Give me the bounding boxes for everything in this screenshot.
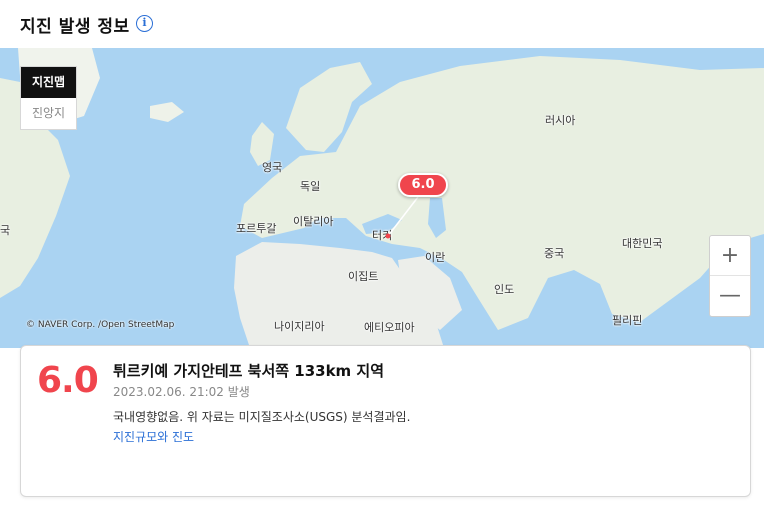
zoom-control: + — xyxy=(709,235,751,317)
quake-location: 튀르키예 가지안테프 북서쪽 133km 지역 xyxy=(113,362,385,380)
section-title: 지진 발생 정보 xyxy=(20,17,130,37)
magnitude-value: 6.0 xyxy=(37,360,99,401)
marker-pointer-line xyxy=(385,196,419,239)
quake-description: 국내영향없음. 위 자료는 미지질조사소(USGS) 분석결과임. xyxy=(113,410,411,424)
magnitude-intensity-link[interactable]: 지진규모와 진도 xyxy=(113,428,194,445)
earthquake-map[interactable]: 지진맵 진앙지 러시아 영국 독일 포르투갈 이탈리아 터키 이집트 이란 중국… xyxy=(0,48,764,348)
zoom-in-button[interactable]: + xyxy=(710,236,750,276)
section-header: 지진 발생 정보 i xyxy=(0,0,764,48)
map-attribution: © NAVER Corp. /Open StreetMap xyxy=(26,320,175,330)
info-icon[interactable]: i xyxy=(136,15,153,32)
epicenter-marker[interactable]: 6.0 xyxy=(398,173,448,197)
quake-time: 2023.02.06. 21:02 발생 xyxy=(113,385,250,399)
quake-info-card: 6.0 튀르키예 가지안테프 북서쪽 133km 지역 2023.02.06. … xyxy=(20,345,751,497)
zoom-out-button[interactable]: — xyxy=(710,276,750,316)
